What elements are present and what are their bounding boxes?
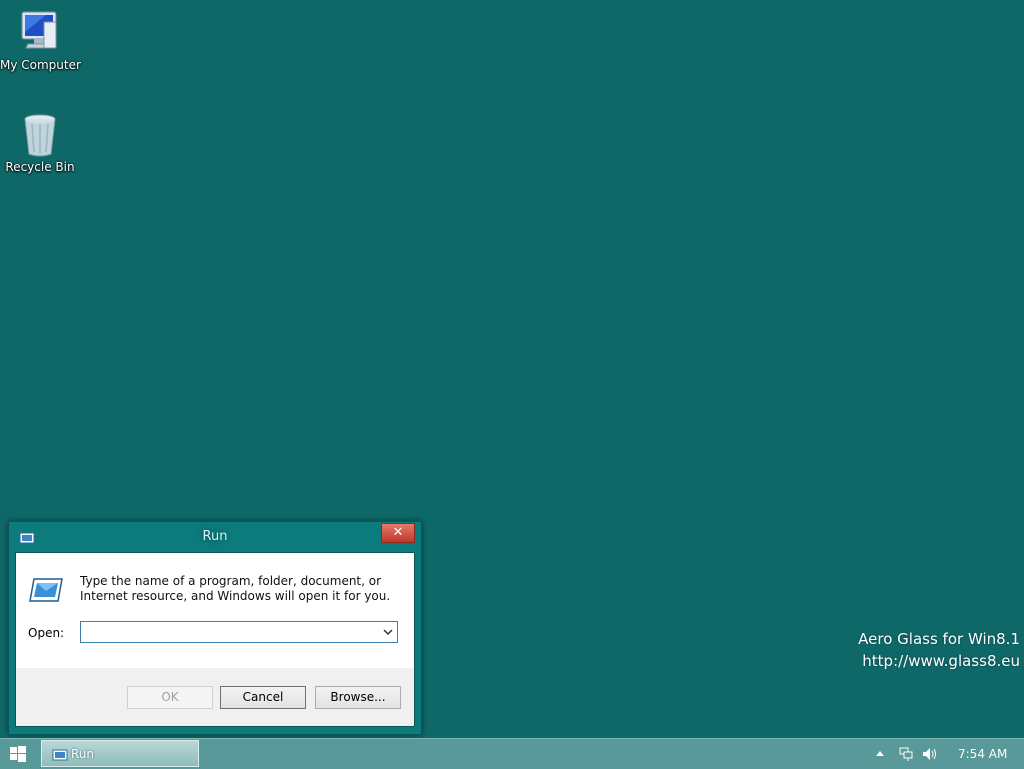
taskbar-item-label: Run [71, 747, 95, 761]
computer-icon [16, 8, 64, 56]
run-dialog-titlebar[interactable]: Run ✕ [9, 522, 421, 552]
dialog-title: Run [202, 529, 228, 544]
close-icon: ✕ [392, 525, 404, 540]
watermark-line-1: Aero Glass for Win8.1 [858, 630, 1020, 648]
chevron-down-icon[interactable] [382, 625, 394, 639]
show-hidden-icons-button[interactable] [876, 751, 884, 756]
open-label-text: Open: [28, 626, 65, 640]
browse-button[interactable]: Browse... [315, 686, 401, 709]
open-combobox[interactable] [80, 621, 398, 643]
volume-icon[interactable] [921, 746, 939, 762]
run-dialog-body: Type the name of a program, folder, docu… [15, 552, 415, 727]
ok-button[interactable]: OK [127, 686, 213, 709]
desktop-icon-recycle-bin[interactable]: Recycle Bin [0, 110, 80, 174]
desktop-icon-label: My Computer [0, 58, 81, 72]
network-icon[interactable] [898, 746, 914, 762]
open-label: Open: [28, 626, 64, 640]
close-button[interactable]: ✕ [381, 523, 415, 543]
run-description: Type the name of a program, folder, docu… [80, 574, 391, 603]
start-button[interactable] [10, 746, 26, 762]
aero-glass-watermark: Aero Glass for Win8.1 http://www.glass8.… [858, 628, 1020, 672]
recycle-bin-icon [16, 110, 64, 158]
cancel-button[interactable]: Cancel [220, 686, 306, 709]
taskbar-item-run[interactable]: Run [41, 740, 199, 767]
desktop-icon-my-computer[interactable]: My Computer [0, 8, 81, 72]
open-input[interactable] [84, 623, 380, 643]
run-dialog: Run ✕ Type the name of a program, folder… [8, 521, 422, 735]
run-dialog-content: Type the name of a program, folder, docu… [16, 553, 414, 668]
taskbar: Run 7:54 AM [0, 738, 1024, 769]
run-icon [52, 749, 68, 761]
run-program-icon [28, 577, 64, 603]
desktop-icon-label: Recycle Bin [5, 160, 75, 174]
taskbar-clock[interactable]: 7:54 AM [958, 747, 1007, 761]
windows-logo-icon [10, 746, 26, 762]
watermark-line-2: http://www.glass8.eu [862, 652, 1020, 670]
